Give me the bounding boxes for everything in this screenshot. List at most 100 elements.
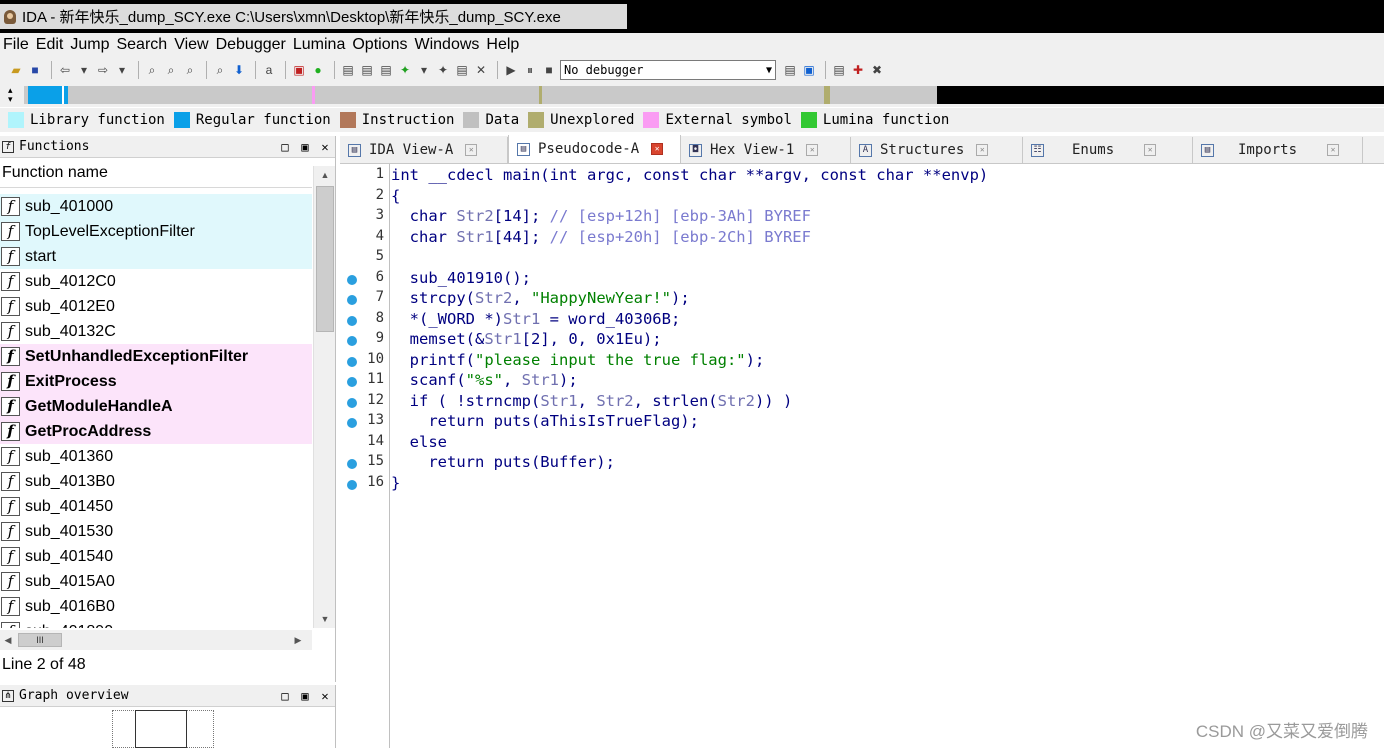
tab-ida-view-a[interactable]: ▤ IDA View-A ✕	[340, 137, 508, 163]
menu-file[interactable]: File	[0, 36, 33, 54]
function-row[interactable]: f sub_401360	[0, 444, 312, 469]
search-next-icon[interactable]: ⌕	[212, 62, 228, 78]
function-row[interactable]: f sub_4016B0	[0, 594, 312, 619]
function-row[interactable]: f sub_4015A0	[0, 569, 312, 594]
pseudocode-view[interactable]: 1 int __cdecl main(int argc, const char *…	[340, 164, 1384, 748]
forward-dropdown-icon[interactable]: ▾	[114, 62, 130, 78]
menu-view[interactable]: View	[171, 36, 212, 54]
forward-arrow-icon[interactable]: ⇨	[95, 62, 111, 78]
function-row[interactable]: f GetModuleHandleA	[0, 394, 312, 419]
function-row[interactable]: f TopLevelExceptionFilter	[0, 219, 312, 244]
function-row[interactable]: f sub_4013B0	[0, 469, 312, 494]
breakpoint-dot-icon[interactable]	[347, 356, 357, 367]
nav-strip[interactable]	[24, 86, 1384, 104]
breakpoint-dot-icon[interactable]	[347, 315, 357, 326]
pause-icon[interactable]: ⏸	[522, 62, 538, 78]
back-arrow-icon[interactable]: ⇦	[57, 62, 73, 78]
maximize-icon[interactable]: □	[275, 140, 295, 154]
breakpoint-dot-icon[interactable]	[347, 479, 357, 490]
function-row[interactable]: f sub_401000	[0, 194, 312, 219]
breakpoint-dot-icon[interactable]	[347, 418, 357, 428]
breakpoint-dot-icon[interactable]	[347, 377, 357, 387]
function-row[interactable]: f sub_401450	[0, 494, 312, 519]
functions-vertical-scrollbar[interactable]: ▲ ▼	[313, 166, 335, 628]
close-tab-icon[interactable]: ✕	[1327, 144, 1340, 156]
menu-jump[interactable]: Jump	[67, 36, 113, 54]
close-icon[interactable]: ✕	[315, 140, 335, 154]
function-row[interactable]: f sub_4012E0	[0, 294, 312, 319]
function-row[interactable]: f start	[0, 244, 312, 269]
attach-icon[interactable]: ▣	[801, 62, 817, 78]
close-tab-icon[interactable]: ✕	[651, 143, 664, 155]
struct-icon[interactable]: ▤	[378, 62, 394, 78]
horizontal-scroll-thumb[interactable]: III	[18, 633, 62, 647]
function-row[interactable]: f sub_401530	[0, 519, 312, 544]
lumina-pull-icon[interactable]: ✦	[397, 62, 413, 78]
maximize-icon[interactable]: □	[275, 689, 295, 703]
search-text-icon[interactable]: ⌕	[144, 62, 160, 78]
open-folder-icon[interactable]: ▰	[8, 62, 24, 78]
lumina-dropdown-icon[interactable]: ▾	[416, 62, 432, 78]
save-icon[interactable]: ■	[27, 62, 43, 78]
function-row[interactable]: f sub_401540	[0, 544, 312, 569]
close-tab-icon[interactable]: ✕	[1144, 144, 1157, 156]
menu-options[interactable]: Options	[349, 36, 411, 54]
patch-icon[interactable]: ▤	[454, 62, 470, 78]
menu-help[interactable]: Help	[483, 36, 523, 54]
float-icon[interactable]: ▣	[295, 140, 315, 154]
close-tab-icon[interactable]: ✕	[806, 144, 819, 156]
function-row[interactable]: f sub_40132C	[0, 319, 312, 344]
function-row[interactable]: f GetProcAddress	[0, 419, 312, 444]
tab-enums[interactable]: ☷ Enums ✕	[1023, 137, 1193, 163]
data-icon[interactable]: ▤	[359, 62, 375, 78]
function-row[interactable]: f ExitProcess	[0, 369, 312, 394]
tab-imports[interactable]: ▤ Imports ✕	[1193, 137, 1363, 163]
down-arrow-icon[interactable]: ⬇	[231, 62, 247, 78]
menu-windows[interactable]: Windows	[411, 36, 483, 54]
breakpoint-dot-icon[interactable]	[347, 336, 357, 346]
functions-horizontal-scrollbar[interactable]: ◀ III ▶	[0, 630, 312, 650]
scroll-down-icon[interactable]: ▼	[314, 610, 336, 628]
menu-edit[interactable]: Edit	[33, 36, 68, 54]
menu-lumina[interactable]: Lumina	[290, 36, 349, 54]
debugger-options-icon[interactable]: ▤	[782, 62, 798, 78]
function-name-column-header[interactable]: Function name	[0, 158, 312, 188]
back-dropdown-icon[interactable]: ▾	[76, 62, 92, 78]
breakpoint-dot-icon[interactable]	[347, 295, 357, 305]
graph-view-icon[interactable]: ▣	[291, 62, 307, 78]
search-binary-icon[interactable]: ⌕	[163, 62, 179, 78]
breakpoint-dot-icon[interactable]	[347, 459, 357, 469]
close-tab-icon[interactable]: ✕	[976, 144, 989, 156]
line-number: 7	[375, 289, 384, 305]
close-tab-icon[interactable]: ✕	[465, 144, 478, 156]
code-icon[interactable]: ▤	[340, 62, 356, 78]
breakpoint-dot-icon[interactable]	[347, 397, 357, 408]
menu-debugger[interactable]: Debugger	[213, 36, 290, 54]
debugger-select[interactable]: No debugger ▼	[560, 60, 776, 80]
breakpoint-dot-icon[interactable]	[347, 274, 357, 285]
close-icon[interactable]: ✕	[315, 689, 335, 703]
menu-search[interactable]: Search	[113, 36, 171, 54]
scroll-left-icon[interactable]: ◀	[0, 630, 16, 650]
function-row[interactable]: f sub_401890	[0, 619, 312, 628]
close-x-icon[interactable]: ✕	[473, 62, 489, 78]
add-breakpoint-icon[interactable]: ✚	[850, 62, 866, 78]
function-row[interactable]: f sub_4012C0	[0, 269, 312, 294]
function-row[interactable]: f SetUnhandledExceptionFilter	[0, 344, 312, 369]
legend-swatch-instruction	[339, 112, 356, 128]
scroll-thumb[interactable]	[316, 186, 334, 332]
scroll-right-icon[interactable]: ▶	[290, 630, 306, 650]
delete-breakpoint-icon[interactable]: ✖	[869, 62, 885, 78]
text-search-icon[interactable]: a	[261, 62, 277, 78]
scroll-up-icon[interactable]: ▲	[314, 166, 336, 184]
tab-pseudocode-a[interactable]: ▤ Pseudocode-A ✕	[508, 135, 681, 163]
float-icon[interactable]: ▣	[295, 689, 315, 703]
lumina-push-icon[interactable]: ✦	[435, 62, 451, 78]
search-immediate-icon[interactable]: ⌕	[182, 62, 198, 78]
run-icon[interactable]: ▶	[503, 62, 519, 78]
nav-scroll-icon[interactable]: ▴ ▾	[8, 86, 14, 104]
stop-icon[interactable]: ■	[541, 62, 557, 78]
breakpoint-list-icon[interactable]: ▤	[831, 62, 847, 78]
tab-hex-view-1[interactable]: ◘ Hex View-1 ✕	[681, 137, 851, 163]
tab-structures[interactable]: A Structures ✕	[851, 137, 1023, 163]
